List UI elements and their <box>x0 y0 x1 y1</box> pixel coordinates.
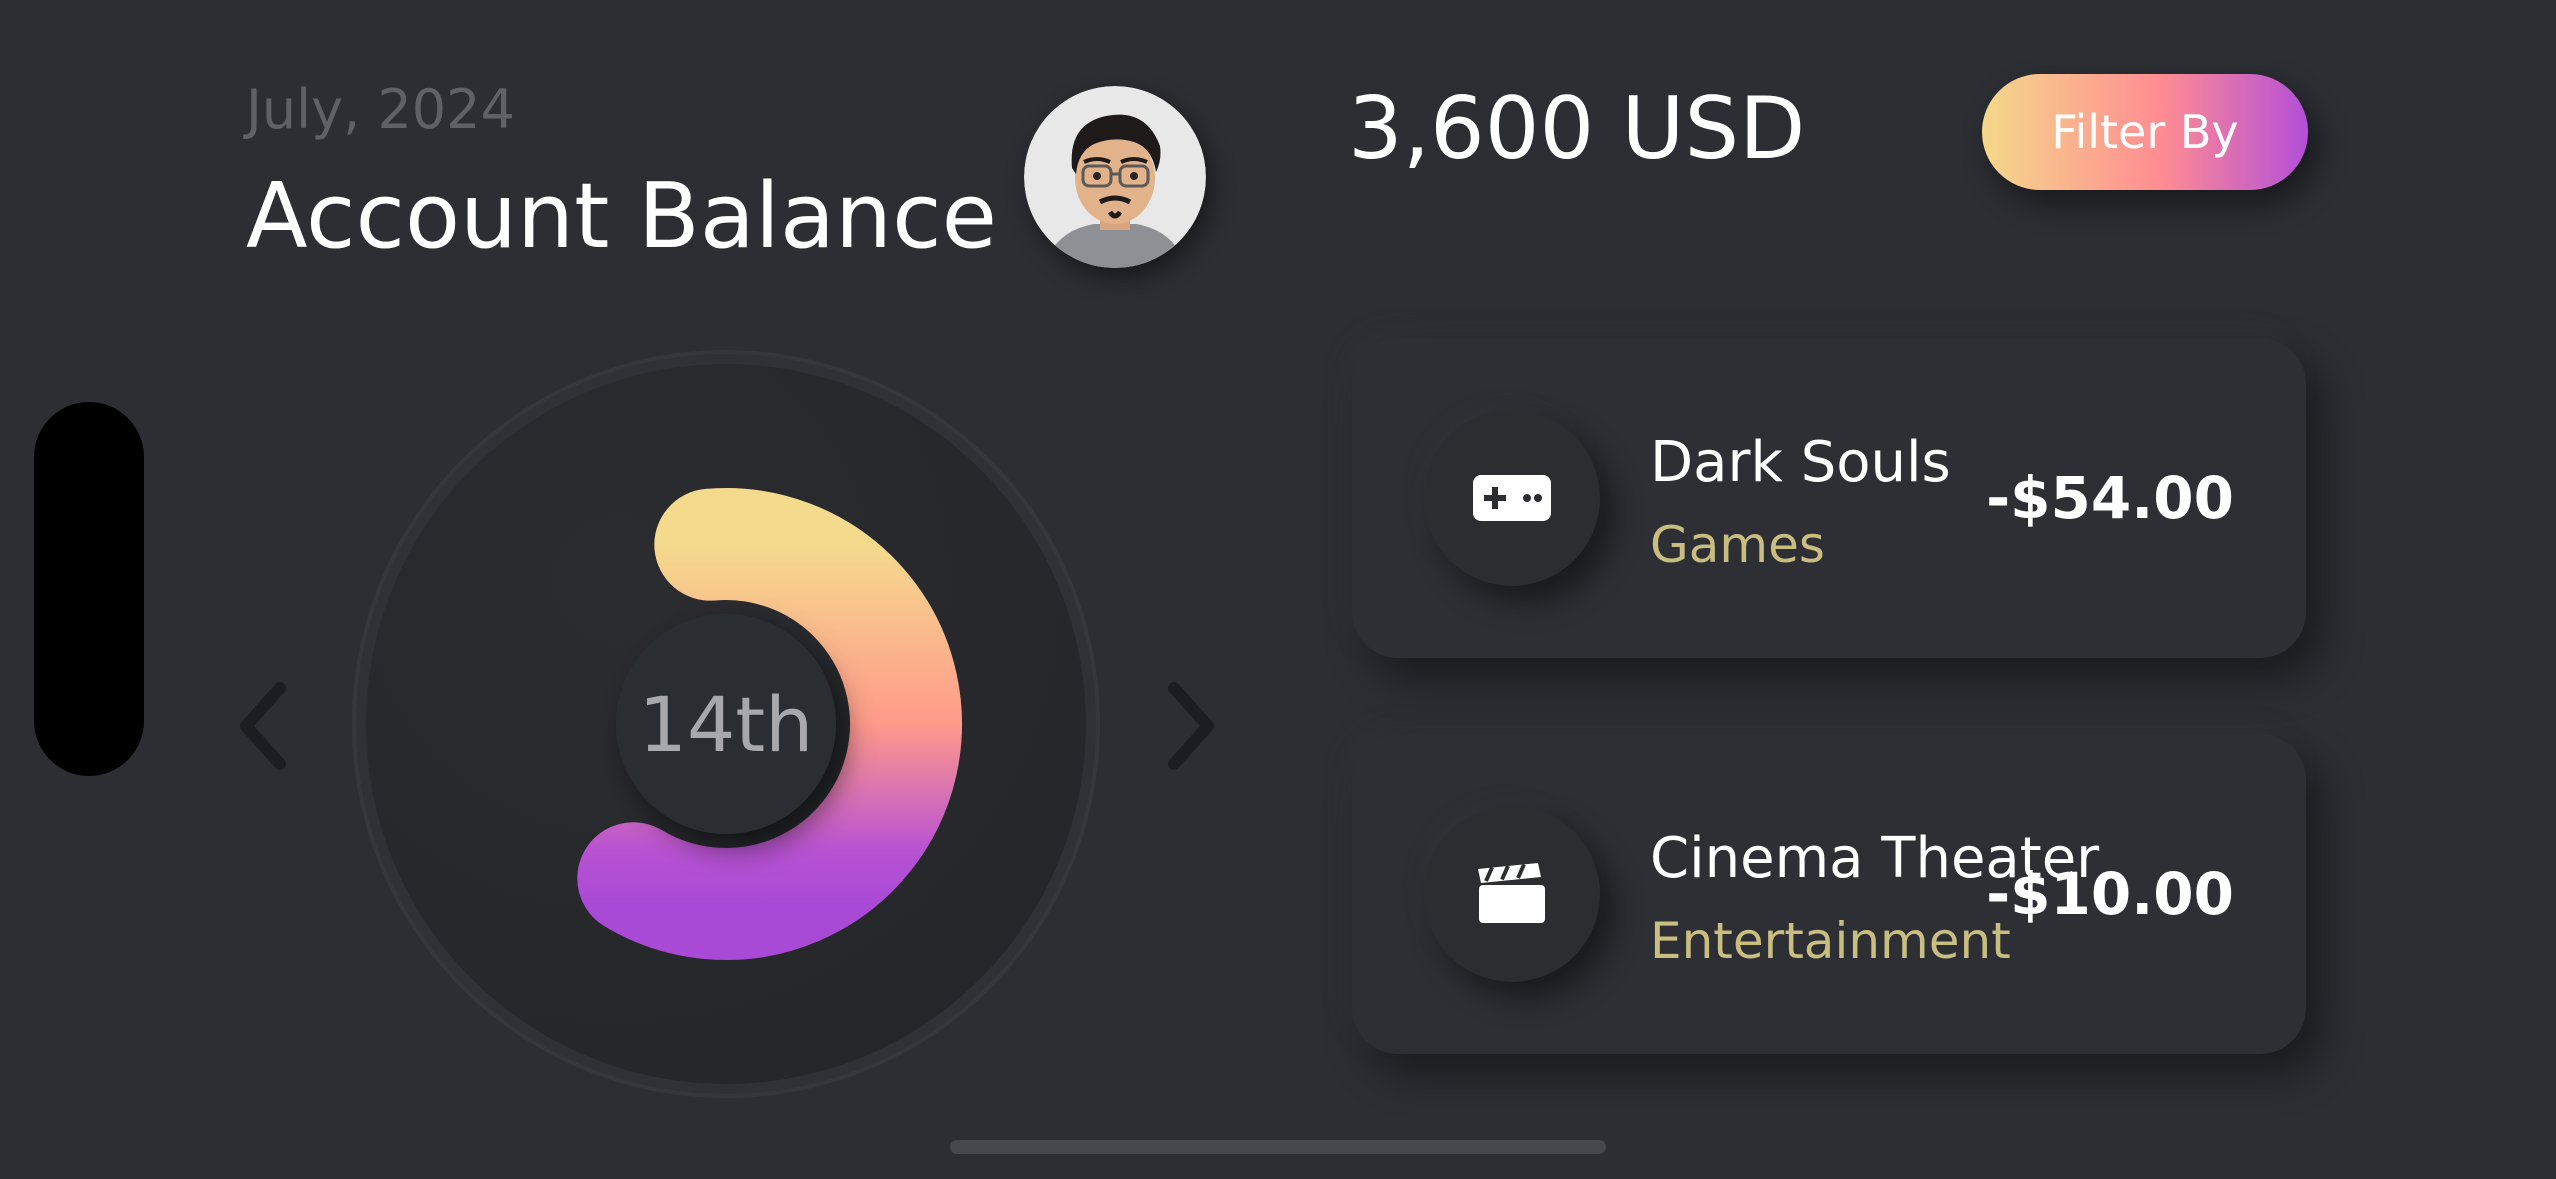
transaction-icon-circle <box>1424 806 1600 982</box>
app-screen: July, 2024 Account Balance 3,600 USD Fil… <box>0 0 2556 1179</box>
transaction-icon-circle <box>1424 410 1600 586</box>
transaction-card[interactable]: Cinema Theater Entertainment -$10.00 <box>1352 734 2306 1054</box>
transaction-title: Dark Souls <box>1650 430 1951 495</box>
previous-arrow-icon[interactable] <box>228 676 298 776</box>
transaction-category: Entertainment <box>1650 912 2011 970</box>
balance-amount: 3,600 USD <box>1348 79 1806 179</box>
filter-by-button[interactable]: Filter By <box>1982 74 2308 190</box>
spending-ring-chart: 14th <box>350 348 1102 1100</box>
month-label: July, 2024 <box>246 78 515 141</box>
avatar[interactable] <box>1024 86 1206 268</box>
page-title: Account Balance <box>246 164 997 269</box>
avatar-illustration <box>1024 86 1206 268</box>
transaction-amount: -$10.00 <box>1986 860 2234 928</box>
transaction-card[interactable]: Dark Souls Games -$54.00 <box>1352 338 2306 658</box>
clapperboard-icon <box>1478 863 1545 923</box>
gamepad-icon <box>1473 475 1551 521</box>
transaction-amount: -$54.00 <box>1986 464 2234 532</box>
side-handle[interactable] <box>34 402 144 776</box>
center-day-label: 14th <box>638 679 814 769</box>
next-arrow-icon[interactable] <box>1156 676 1226 776</box>
home-indicator[interactable] <box>950 1140 1606 1154</box>
transaction-category: Games <box>1650 516 1825 574</box>
